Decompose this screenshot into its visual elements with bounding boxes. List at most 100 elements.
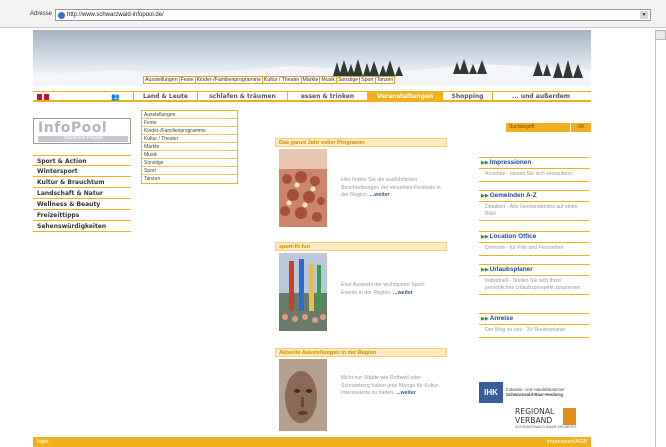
nav-item-essen[interactable]: essen & trinken [287,92,367,101]
section-header: sport-fit-fun [275,242,447,251]
rightbox-impressionen[interactable]: ▶▶Impressionen Ansehen - lassen Sie sich… [479,157,589,182]
language-switcher: 👥 [33,92,133,101]
rightbox-title-text: Urlaubsplaner [489,266,533,273]
url-text: http://www.schwarzwald-infopool.de/ [67,12,164,18]
section-description: Hier finden Sie die ausführlichen Beschr… [341,177,441,198]
rightbox-desc: Detailiert - Alle Gemeindeinfos auf eine… [485,204,578,217]
vertical-scrollbar[interactable] [655,30,666,447]
regional-text: REGIONAL VERBAND [515,407,554,425]
subnav-item[interactable]: Märkte [302,77,321,83]
subnav-item[interactable]: Kinder-/Familienprogramme [196,77,263,83]
address-bar: Adresse http://www.schwarzwald-infopool.… [0,0,666,28]
dropdown-item[interactable]: Sport [142,167,237,175]
rightbox-title[interactable]: ▶▶Impressionen [479,158,589,169]
rightbox-title-text: Gemeinden A-Z [489,192,537,199]
logo-title: InfoPool [38,120,108,136]
section-header: Das ganze Jahr voller Programm [275,138,447,147]
dropdown-item[interactable]: Ausstellungen [142,111,237,119]
browser-window: Adresse http://www.schwarzwald-infopool.… [0,0,666,447]
dropdown-item[interactable]: Sonstige [142,159,237,167]
dropdown-item[interactable]: Kinder-/Familienprogramme [142,127,237,135]
subnav-item[interactable]: Sport [360,77,376,83]
arrow-icon: ▶▶ [481,193,489,199]
nav-item-schlafen[interactable]: schlafen & träumen [197,92,287,101]
rightbox-desc: Drehorte - für Film und Fernsehen [485,245,564,251]
rightbox-urlaubsplaner[interactable]: ▶▶Urlaubsplaner Individuell - Stellen Si… [479,264,589,295]
search-input[interactable]: Suchbegriff [506,123,570,132]
left-nav-item[interactable]: Sehenswürdigkeiten [33,221,131,232]
dropdown-item[interactable]: Musik [142,151,237,159]
search-button[interactable]: OK [571,123,591,132]
rightbox-title-text: Location Office [489,233,537,240]
rightbox-title-text: Impressionen [489,159,532,166]
nav-item-land-leute[interactable]: Land & Leute [133,92,197,101]
footer-bar: login Impressum/AGB [33,437,591,447]
arrow-icon: ▶▶ [481,267,489,273]
exhibition-face-photo[interactable] [279,359,327,431]
ihk-badge: IHK [479,382,503,403]
left-nav-item[interactable]: Kultur & Brauchtum [33,177,131,188]
rightbox-location[interactable]: ▶▶Location Office Drehorte - für Film un… [479,231,589,256]
left-nav-item[interactable]: Sport & Action [33,155,131,166]
dropdown-item[interactable]: Feste [142,119,237,127]
rightbox-title-text: Anreise [489,315,514,322]
regional-subtext: SCHWARZWALD-BAAR-HEUBERG [515,425,577,429]
left-nav-item[interactable]: Freizeittipps [33,210,131,221]
dropdown-arrow-icon[interactable]: ▼ [640,11,648,19]
section-text: Eine Auswahl der wichtigsten Sport-Event… [341,282,441,297]
subnav-item[interactable]: Musik [320,77,337,83]
more-link[interactable]: ...weiter [370,192,390,198]
regional-emblem-icon [563,408,576,425]
festival-crowd-photo[interactable] [279,149,327,227]
rightbox-anreise[interactable]: ▶▶Anreise Der Weg zu uns - 3V Routenplan… [479,313,589,338]
ie-page-icon [58,12,65,19]
english-flag-icon[interactable] [37,94,49,100]
nav-item-ausserdem[interactable]: ... und außerdem [492,92,589,101]
subnav-item[interactable]: Sonstige [337,77,361,83]
search-box: Suchbegriff OK [506,123,592,133]
rightbox-title[interactable]: ▶▶Anreise [479,314,589,325]
rightbox-gemeinden[interactable]: ▶▶Gemeinden A-Z Detailiert - Alle Gemein… [479,190,589,221]
web-page: Ausstellungen Feste Kinder-/Familienprog… [33,30,591,447]
ihk-text: Industrie- und Handelskammer Schwarzwald… [506,387,590,397]
url-field[interactable]: http://www.schwarzwald-infopool.de/ ▼ [55,9,651,21]
login-link[interactable]: login [37,438,49,446]
people-icon[interactable]: 👥 [111,93,120,101]
left-navigation: Sport & Action Wintersport Kultur & Brau… [33,155,131,232]
banner-subnav: Ausstellungen Feste Kinder-/Familienprog… [143,76,396,84]
ihk-logo[interactable]: IHK Industrie- und Handelskammer Schwarz… [479,382,591,404]
address-label: Adresse [30,11,53,17]
dropdown-item[interactable]: Kultur / Theater [142,135,237,143]
rightbox-title[interactable]: ▶▶Location Office [479,232,589,243]
rightbox-title[interactable]: ▶▶Urlaubsplaner [479,265,589,276]
nav-item-veranstaltungen[interactable]: Veranstaltungen [367,92,442,101]
section-description: Nicht nur Städte wie Rottweil oder Schra… [341,375,440,396]
infopool-logo[interactable]: InfoPool Tourismus-Freizeit [33,118,131,144]
arrow-icon: ▶▶ [481,316,489,322]
more-link[interactable]: ...weiter [396,390,416,396]
subnav-item[interactable]: Ausstellungen [144,77,180,83]
rightbox-title[interactable]: ▶▶Gemeinden A-Z [479,191,589,202]
arrow-icon: ▶▶ [481,234,489,240]
nav-item-shopping[interactable]: Shopping [442,92,492,101]
regionalverband-logo[interactable]: REGIONAL VERBAND SCHWARZWALD-BAAR-HEUBER… [515,407,587,430]
subnav-item[interactable]: Kultur / Theater [263,77,302,83]
section-text: Hier finden Sie die ausführlichen Beschr… [341,177,441,200]
dropdown-item[interactable]: Märkte [142,143,237,151]
left-nav-item[interactable]: Wellness & Beauty [33,199,131,210]
header-banner: Ausstellungen Feste Kinder-/Familienprog… [33,30,591,86]
left-nav-item[interactable]: Landschaft & Natur [33,188,131,199]
impressum-link[interactable]: Impressum/AGB [547,438,587,446]
rightbox-desc: Der Weg zu uns - 3V Routenplaner [485,327,566,333]
more-link[interactable]: ...weiter [393,290,413,296]
arrow-icon: ▶▶ [481,160,489,166]
section-header: Aktuelle Ausstellungen in der Region [275,348,447,357]
subnav-item[interactable]: Feste [180,77,196,83]
subnav-item[interactable]: Tanzen [376,77,395,83]
scroll-up-button[interactable] [655,30,666,40]
sports-event-photo[interactable] [279,253,327,331]
left-nav-item[interactable]: Wintersport [33,166,131,177]
section-text: Nicht nur Städte wie Rottweil oder Schra… [341,375,441,398]
dropdown-item[interactable]: Tanzen [142,175,237,183]
events-dropdown-menu: Ausstellungen Feste Kinder-/Familienprog… [141,110,238,184]
